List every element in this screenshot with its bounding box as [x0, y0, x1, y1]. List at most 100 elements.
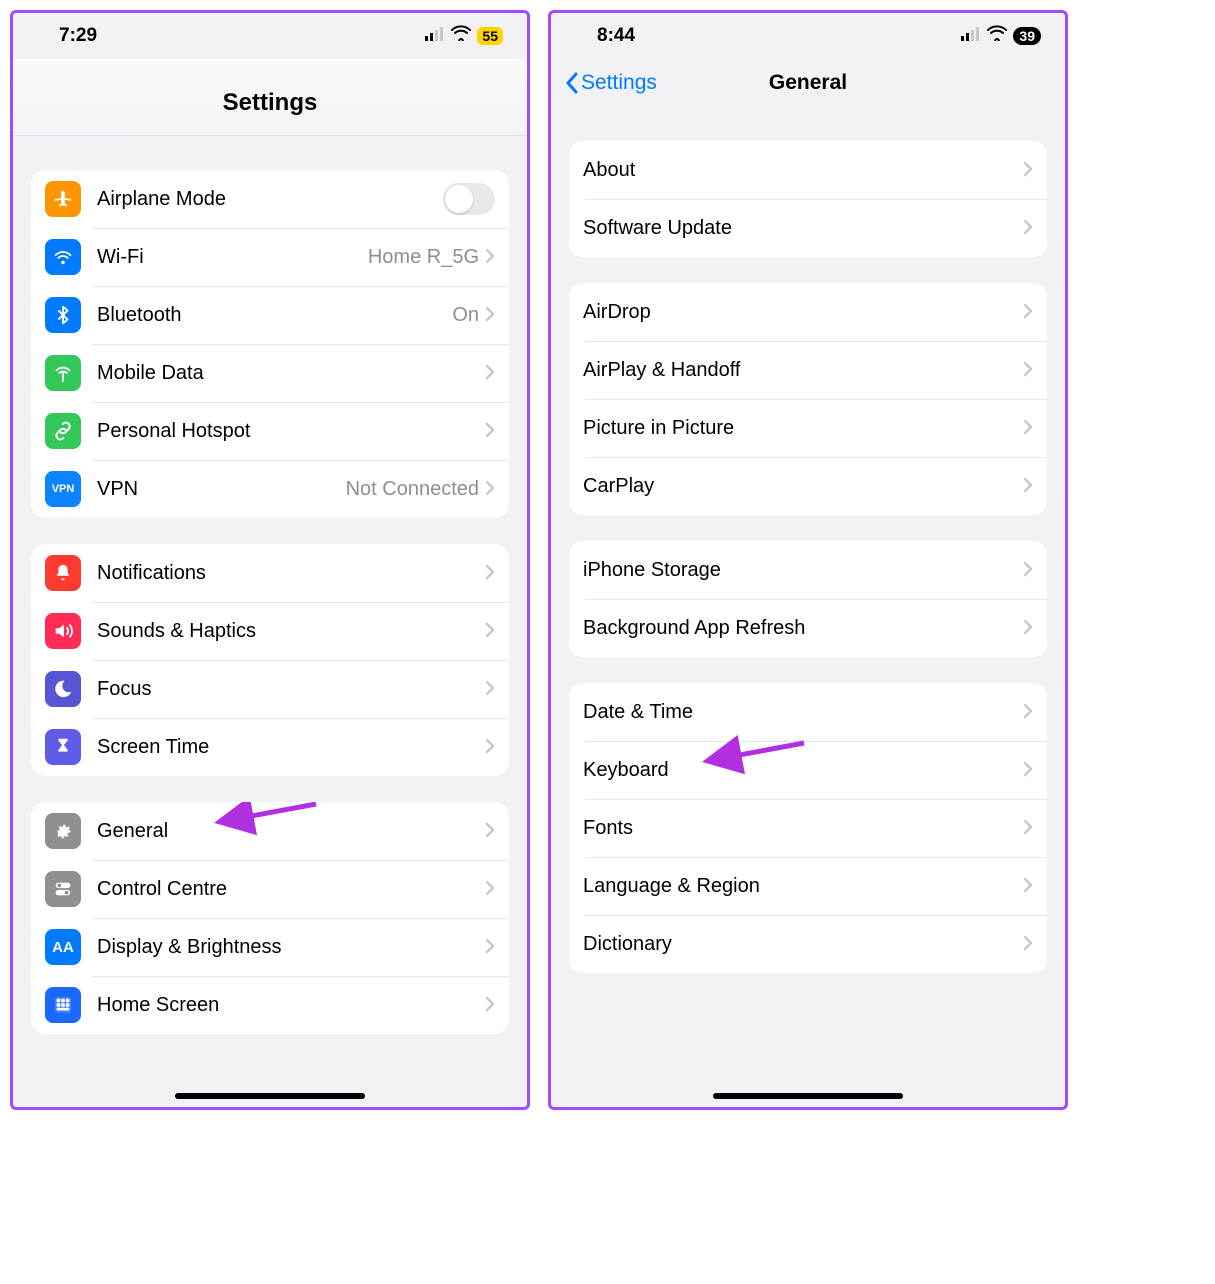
cell-label: Mobile Data	[97, 362, 485, 385]
airplane-icon	[45, 181, 81, 217]
cell-label: Picture in Picture	[583, 417, 1023, 440]
battery-indicator: 55	[477, 27, 503, 45]
chevron-right-icon	[485, 302, 495, 328]
cell-label: AirDrop	[583, 301, 1023, 324]
chevron-right-icon	[1023, 415, 1033, 441]
chevron-right-icon	[1023, 557, 1033, 583]
chevron-right-icon	[1023, 357, 1033, 383]
cell-value: On	[452, 304, 479, 327]
chevron-right-icon	[485, 360, 495, 386]
chevron-right-icon	[485, 876, 495, 902]
home-indicator[interactable]	[713, 1093, 903, 1099]
nav-bar: Settings General	[551, 59, 1065, 107]
toggle[interactable]	[443, 183, 495, 215]
cell-personal-hotspot[interactable]: Personal Hotspot	[31, 402, 509, 460]
chevron-right-icon	[1023, 699, 1033, 725]
cell-airplane-mode[interactable]: Airplane Mode	[31, 170, 509, 228]
cell-label: Dictionary	[583, 933, 1023, 956]
signal-icon	[961, 25, 981, 47]
status-time: 8:44	[597, 25, 635, 47]
cell-value: Home R_5G	[368, 246, 479, 269]
chevron-left-icon	[565, 72, 579, 94]
cell-label: Bluetooth	[97, 304, 452, 327]
cell-wi-fi[interactable]: Wi-FiHome R_5G	[31, 228, 509, 286]
signal-icon	[425, 25, 445, 47]
chevron-right-icon	[485, 934, 495, 960]
status-bar: 8:44 39	[551, 13, 1065, 59]
chevron-right-icon	[485, 476, 495, 502]
page-title: Settings	[13, 59, 527, 136]
cell-label: Wi-Fi	[97, 246, 368, 269]
notif-icon	[45, 555, 81, 591]
cell-label: VPN	[97, 478, 346, 501]
cell-label: AirPlay & Handoff	[583, 359, 1023, 382]
cell-label: General	[97, 820, 485, 843]
chevron-right-icon	[1023, 157, 1033, 183]
general-list[interactable]: About Software Update AirDrop AirPlay & Han…	[551, 107, 1065, 1107]
cell-label: About	[583, 159, 1023, 182]
cell-value: Not Connected	[346, 478, 479, 501]
general-screen: 8:44 39 Settings General About Software U…	[548, 10, 1068, 1110]
general-icon	[45, 813, 81, 849]
home-icon	[45, 987, 81, 1023]
mobile-icon	[45, 355, 81, 391]
cell-label: Screen Time	[97, 736, 485, 759]
cell-label: Airplane Mode	[97, 188, 443, 211]
cell-fonts[interactable]: Fonts	[569, 799, 1047, 857]
chevron-right-icon	[485, 560, 495, 586]
chevron-right-icon	[485, 618, 495, 644]
control-icon	[45, 871, 81, 907]
cell-label: Fonts	[583, 817, 1023, 840]
bluetooth-icon	[45, 297, 81, 333]
cell-language-region[interactable]: Language & Region	[569, 857, 1047, 915]
sound-icon	[45, 613, 81, 649]
home-indicator[interactable]	[175, 1093, 365, 1099]
cell-about[interactable]: About	[569, 141, 1047, 199]
cell-dictionary[interactable]: Dictionary	[569, 915, 1047, 973]
chevron-right-icon	[485, 676, 495, 702]
cell-picture-in-picture[interactable]: Picture in Picture	[569, 399, 1047, 457]
hotspot-icon	[45, 413, 81, 449]
chevron-right-icon	[485, 992, 495, 1018]
cell-label: Sounds & Haptics	[97, 620, 485, 643]
chevron-right-icon	[1023, 215, 1033, 241]
cell-notifications[interactable]: Notifications	[31, 544, 509, 602]
chevron-right-icon	[485, 418, 495, 444]
cell-label: Notifications	[97, 562, 485, 585]
cell-label: Date & Time	[583, 701, 1023, 724]
battery-indicator: 39	[1013, 27, 1041, 45]
cell-sounds-haptics[interactable]: Sounds & Haptics	[31, 602, 509, 660]
cell-iphone-storage[interactable]: iPhone Storage	[569, 541, 1047, 599]
cell-control-centre[interactable]: Control Centre	[31, 860, 509, 918]
cell-date-time[interactable]: Date & Time	[569, 683, 1047, 741]
cell-background-app-refresh[interactable]: Background App Refresh	[569, 599, 1047, 657]
cell-display-brightness[interactable]: AADisplay & Brightness	[31, 918, 509, 976]
cell-keyboard[interactable]: Keyboard	[569, 741, 1047, 799]
cell-label: Focus	[97, 678, 485, 701]
cell-airplay-handoff[interactable]: AirPlay & Handoff	[569, 341, 1047, 399]
cell-screen-time[interactable]: Screen Time	[31, 718, 509, 776]
cell-focus[interactable]: Focus	[31, 660, 509, 718]
cell-label: Home Screen	[97, 994, 485, 1017]
cell-label: iPhone Storage	[583, 559, 1023, 582]
back-button[interactable]: Settings	[565, 71, 657, 95]
wifi-status-icon	[987, 25, 1007, 47]
cell-label: Language & Region	[583, 875, 1023, 898]
cell-general[interactable]: General	[31, 802, 509, 860]
status-time: 7:29	[59, 25, 97, 47]
cell-home-screen[interactable]: Home Screen	[31, 976, 509, 1034]
cell-airdrop[interactable]: AirDrop	[569, 283, 1047, 341]
cell-software-update[interactable]: Software Update	[569, 199, 1047, 257]
cell-bluetooth[interactable]: BluetoothOn	[31, 286, 509, 344]
cell-mobile-data[interactable]: Mobile Data	[31, 344, 509, 402]
cell-label: CarPlay	[583, 475, 1023, 498]
settings-list[interactable]: Airplane ModeWi-FiHome R_5GBluetoothOnMo…	[13, 136, 527, 1107]
cell-carplay[interactable]: CarPlay	[569, 457, 1047, 515]
chevron-right-icon	[1023, 473, 1033, 499]
chevron-right-icon	[1023, 873, 1033, 899]
chevron-right-icon	[1023, 757, 1033, 783]
cell-label: Personal Hotspot	[97, 420, 485, 443]
cell-label: Software Update	[583, 217, 1023, 240]
display-icon: AA	[45, 929, 81, 965]
cell-vpn[interactable]: VPNVPNNot Connected	[31, 460, 509, 518]
